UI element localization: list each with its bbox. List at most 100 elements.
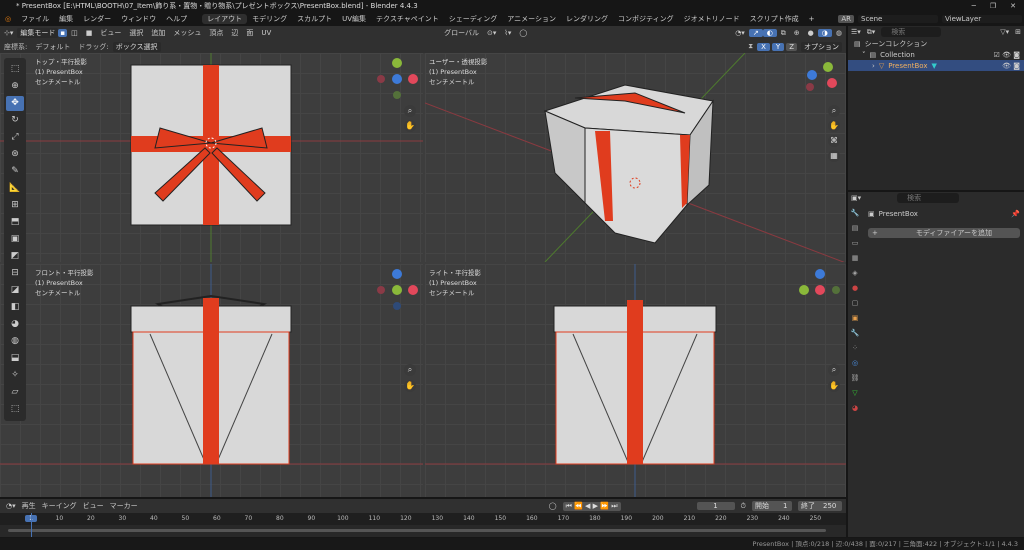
output-tab-icon[interactable]: ▭	[848, 236, 862, 251]
data-tab-icon[interactable]: ▽	[848, 386, 862, 401]
menu-help[interactable]: ヘルプ	[161, 14, 192, 24]
shading-wireframe-icon[interactable]: ⊕	[790, 29, 804, 37]
outliner-collection[interactable]: ˅ ▤ Collection ☑ 👁 ◙	[848, 49, 1024, 60]
menu-vertex[interactable]: 頂点	[205, 28, 227, 38]
spin-tool-icon[interactable]: ◕	[6, 317, 24, 332]
tab-texture-paint[interactable]: テクスチャペイント	[371, 14, 444, 24]
auto-key-icon[interactable]: ◯	[549, 502, 557, 510]
mirror-x-toggle[interactable]: X	[757, 42, 770, 51]
drag-selector[interactable]: ボックス選択	[112, 41, 161, 52]
playhead[interactable]	[31, 513, 32, 537]
menu-edit[interactable]: 編集	[54, 14, 78, 24]
pan-hand-icon[interactable]: ✋	[404, 380, 416, 392]
menu-mesh[interactable]: メッシュ	[169, 28, 205, 38]
tab-geometry-nodes[interactable]: ジオメトリノード	[679, 14, 745, 24]
end-frame-field[interactable]: 終了 250	[798, 501, 842, 511]
object-tab-icon[interactable]: ▣	[848, 311, 862, 326]
add-modifier-button[interactable]: + モディファイアーを追加	[868, 228, 1020, 238]
stopwatch-icon[interactable]: ⏱	[741, 502, 746, 511]
scene-tab-icon[interactable]: ◈	[848, 266, 862, 281]
bevel-tool-icon[interactable]: ◩	[6, 249, 24, 264]
menu-window[interactable]: ウィンドウ	[116, 14, 161, 24]
expand-icon[interactable]: ›	[872, 62, 875, 70]
new-collection-icon[interactable]: ⊞	[1015, 28, 1021, 36]
mirror-y-toggle[interactable]: Y	[771, 42, 785, 51]
move-tool-icon[interactable]: ✥	[6, 96, 24, 111]
shrink-fatten-tool-icon[interactable]: ✧	[6, 368, 24, 383]
scale-tool-icon[interactable]: ⤢	[6, 130, 24, 145]
view-layer-selector[interactable]: ViewLayer	[942, 15, 1022, 23]
constraints-tab-icon[interactable]: ⛓	[848, 371, 862, 386]
shading-solid-icon[interactable]: ●	[804, 29, 818, 37]
material-tab-icon[interactable]: ◕	[848, 401, 862, 416]
menu-uv[interactable]: UV	[257, 29, 275, 37]
rotate-tool-icon[interactable]: ↻	[6, 113, 24, 128]
select-box-tool-icon[interactable]: ⬚	[6, 62, 24, 77]
extrude-tool-icon[interactable]: ⬒	[6, 215, 24, 230]
start-frame-field[interactable]: 開始 1	[752, 501, 792, 511]
rip-tool-icon[interactable]: ⬚	[6, 402, 24, 417]
options-dropdown[interactable]: オプション	[801, 41, 842, 52]
poly-build-tool-icon[interactable]: ◧	[6, 300, 24, 315]
editor-type-icon[interactable]: ▣▾	[851, 194, 861, 202]
menu-edge[interactable]: 辺	[227, 28, 242, 38]
tab-layout[interactable]: レイアウト	[202, 14, 248, 24]
add-workspace-button[interactable]: +	[804, 15, 820, 23]
measure-tool-icon[interactable]: 📐	[6, 181, 24, 196]
tab-modeling[interactable]: モデリング	[247, 14, 292, 24]
viewport-front[interactable]: フロント・平行投影 (1) PresentBox センチメートル ⌕ ✋	[0, 264, 423, 497]
viewport-area[interactable]: トップ・平行投影 (1) PresentBox センチメートル ⌕ ✋ ユーザー・透…	[0, 53, 846, 497]
visibility-icon[interactable]: ◔▾	[731, 29, 749, 37]
visibility-icons[interactable]: 👁 ◙	[1002, 62, 1024, 70]
blender-logo-icon[interactable]: ◎	[0, 15, 16, 23]
pivot-icon[interactable]: ⊙▾	[483, 29, 500, 37]
collection-tab-icon[interactable]: ▢	[848, 296, 862, 311]
ar-selector[interactable]: AR	[838, 15, 854, 23]
particles-tab-icon[interactable]: ⁘	[848, 341, 862, 356]
smooth-tool-icon[interactable]: ◍	[6, 334, 24, 349]
gizmo-toggle-icon[interactable]: ↗	[748, 29, 763, 37]
zoom-icon[interactable]: ⌕	[828, 364, 840, 376]
menu-add[interactable]: 追加	[147, 28, 169, 38]
navigation-gizmo[interactable]	[375, 268, 419, 312]
timeline[interactable]: ◔▾ 再生 キーイング ビュー マーカー ◯ ⏮ ⏪ ◀ ▶ ⏩ ⏭ 1 ⏱ 開…	[0, 499, 846, 537]
zoom-icon[interactable]: ⌕	[404, 105, 416, 117]
inset-tool-icon[interactable]: ▣	[6, 232, 24, 247]
knife-tool-icon[interactable]: ◪	[6, 283, 24, 298]
menu-keying[interactable]: キーイング	[42, 501, 77, 511]
menu-face[interactable]: 面	[242, 28, 257, 38]
menu-marker[interactable]: マーカー	[110, 501, 138, 511]
pin-icon[interactable]: 📌	[1011, 210, 1020, 218]
loop-cut-tool-icon[interactable]: ⊟	[6, 266, 24, 281]
filter-icon[interactable]: ⧉▾	[867, 28, 876, 37]
tab-uv[interactable]: UV編集	[337, 14, 371, 24]
perspective-toggle-icon[interactable]: ▦	[828, 150, 840, 162]
tab-scripting[interactable]: スクリプト作成	[745, 14, 804, 24]
xray-icon[interactable]: ⧉	[777, 29, 790, 38]
overlay-toggle-icon[interactable]: ◐	[762, 29, 777, 37]
viewport-top[interactable]: トップ・平行投影 (1) PresentBox センチメートル ⌕ ✋	[0, 53, 423, 262]
edge-select-icon[interactable]: ◫	[67, 29, 82, 37]
tab-animation[interactable]: アニメーション	[502, 14, 561, 24]
world-tab-icon[interactable]: ●	[848, 281, 862, 296]
scene-selector[interactable]: Scene	[858, 15, 938, 23]
edge-slide-tool-icon[interactable]: ⬓	[6, 351, 24, 366]
tool-tab-icon[interactable]: 🔧	[848, 206, 862, 221]
coord-selector[interactable]: デフォルト	[31, 42, 74, 52]
view-layer-tab-icon[interactable]: ▦	[848, 251, 862, 266]
visibility-icons[interactable]: ☑ 👁 ◙	[994, 51, 1024, 59]
modifier-tab-icon[interactable]: 🔧	[848, 326, 862, 341]
snap-icon[interactable]: ⌇▾	[500, 29, 515, 37]
vertex-select-icon[interactable]: ▪	[58, 29, 68, 37]
tab-shading[interactable]: シェーディング	[444, 14, 503, 24]
properties-search[interactable]: 検索	[897, 193, 960, 203]
annotate-tool-icon[interactable]: ✎	[6, 164, 24, 179]
menu-select[interactable]: 選択	[125, 28, 147, 38]
frame-ruler[interactable]: 1102030405060708090100110120130140150160…	[0, 513, 846, 525]
navigation-gizmo[interactable]	[798, 57, 842, 101]
editor-type-icon[interactable]: ⊹▾	[0, 29, 17, 37]
camera-view-icon[interactable]: ⌘	[828, 135, 840, 147]
tab-rendering[interactable]: レンダリング	[561, 14, 613, 24]
zoom-icon[interactable]: ⌕	[404, 364, 416, 376]
mirror-z-toggle[interactable]: Z	[786, 42, 797, 51]
